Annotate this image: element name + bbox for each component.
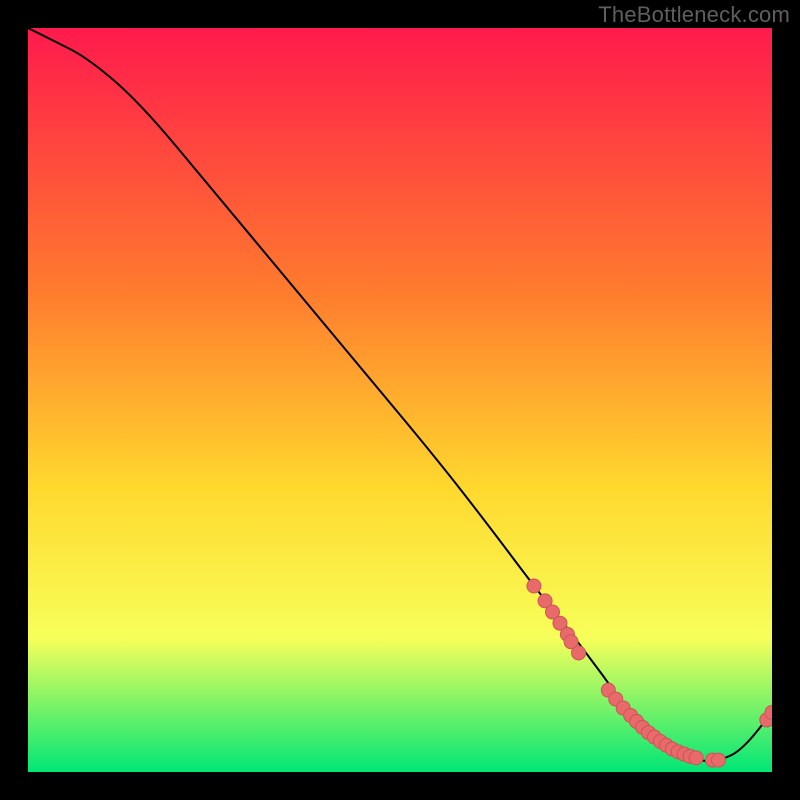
chart-frame: TheBottleneck.com	[0, 0, 800, 800]
plot-area	[28, 28, 772, 772]
chart-svg	[28, 28, 772, 772]
data-point	[711, 753, 725, 767]
data-point	[689, 751, 703, 765]
data-point	[572, 646, 586, 660]
data-point	[527, 579, 541, 593]
watermark-text: TheBottleneck.com	[598, 2, 790, 28]
gradient-background	[28, 28, 772, 772]
